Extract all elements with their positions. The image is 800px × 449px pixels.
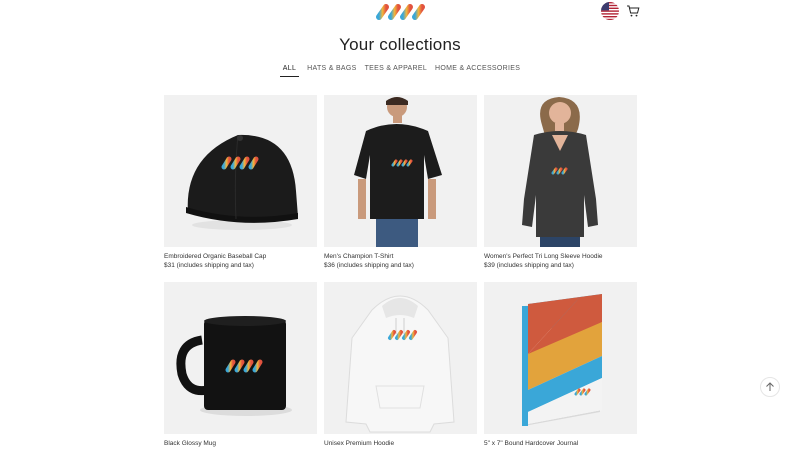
product-image-white-hoodie[interactable] — [324, 282, 477, 434]
product-card[interactable]: Unisex Premium Hoodie — [324, 282, 477, 447]
site-header — [0, 0, 800, 26]
product-card[interactable]: Men's Champion T-Shirt $36 (includes shi… — [324, 95, 477, 269]
product-card[interactable]: Women's Perfect Tri Long Sleeve Hoodie $… — [484, 95, 637, 269]
scroll-to-top-button[interactable] — [760, 377, 780, 397]
product-card[interactable]: 5" x 7" Bound Hardcover Journal — [484, 282, 637, 447]
product-name[interactable]: Women's Perfect Tri Long Sleeve Hoodie — [484, 253, 637, 260]
product-price: $31 (includes shipping and tax) — [164, 262, 254, 269]
product-price: $39 (includes shipping and tax) — [484, 262, 574, 269]
page-title: Your collections — [339, 35, 461, 54]
product-name[interactable]: Unisex Premium Hoodie — [324, 440, 477, 447]
product-image-journal[interactable] — [484, 282, 637, 434]
product-image-womens-long-sleeve[interactable] — [484, 95, 637, 247]
product-card[interactable]: Embroidered Organic Baseball Cap $31 (in… — [164, 95, 317, 269]
brand-logo[interactable] — [374, 2, 426, 22]
cart-icon[interactable] — [626, 4, 640, 18]
collection-tabs: ALL HATS & BAGS TEES & APPAREL HOME & AC… — [0, 63, 800, 77]
product-price: $36 (includes shipping and tax) — [324, 262, 414, 269]
product-image-mens-tshirt[interactable] — [324, 95, 477, 247]
product-name[interactable]: 5" x 7" Bound Hardcover Journal — [484, 440, 637, 447]
product-name[interactable]: Embroidered Organic Baseball Cap — [164, 253, 317, 260]
tab-home-accessories[interactable]: HOME & ACCESSORIES — [435, 63, 520, 76]
tab-tees-apparel[interactable]: TEES & APPAREL — [365, 63, 427, 76]
tab-hats-bags[interactable]: HATS & BAGS — [307, 63, 356, 76]
arrow-up-icon — [766, 382, 774, 391]
product-image-black-mug[interactable] — [164, 282, 317, 434]
product-name[interactable]: Black Glossy Mug — [164, 440, 317, 447]
product-card[interactable]: Black Glossy Mug — [164, 282, 317, 447]
product-name[interactable]: Men's Champion T-Shirt — [324, 253, 477, 260]
product-image-baseball-cap[interactable] — [164, 95, 317, 247]
us-flag-icon[interactable] — [601, 2, 619, 20]
tab-all[interactable]: ALL — [279, 63, 300, 77]
